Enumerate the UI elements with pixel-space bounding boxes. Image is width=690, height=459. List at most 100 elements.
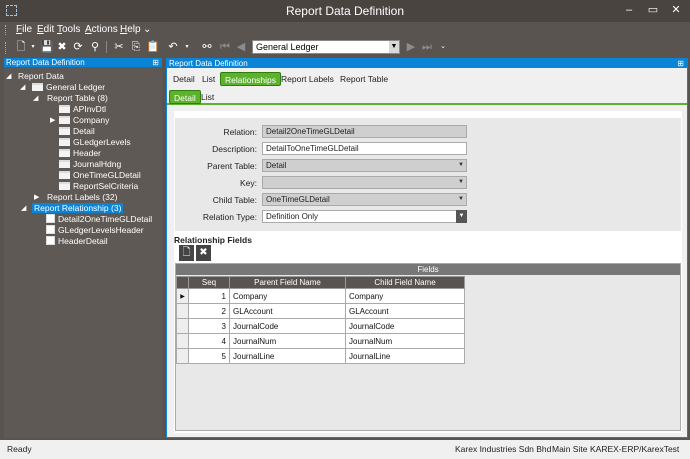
child-table-select[interactable]: OneTimeGLDetail ▼ (262, 193, 467, 206)
column-header-parent-field[interactable]: Parent Field Name (229, 276, 346, 289)
refresh-icon[interactable]: ⟳ (71, 40, 85, 54)
tree-node-root[interactable]: ◢ Report Data (6, 71, 64, 82)
table-row[interactable]: 2 GLAccount GLAccount (176, 303, 465, 319)
chevron-down-icon[interactable]: ▼ (456, 210, 467, 223)
maximize-button[interactable]: ▭ (642, 3, 664, 18)
tree-node-table[interactable]: GLedgerLevels (59, 137, 131, 148)
parent-field-cell[interactable]: JournalLine (229, 348, 346, 364)
menu-more[interactable]: ⌄ (143, 24, 151, 35)
tree-node-relationship[interactable]: Detail2OneTimeGLDetail (46, 214, 152, 225)
chevron-down-icon[interactable]: ▼ (458, 194, 464, 205)
chevron-down-icon[interactable]: ▼ (458, 177, 464, 188)
tree-node-table[interactable]: ReportSelCriteria (59, 181, 138, 192)
new-dropdown-icon[interactable]: ▾ (26, 40, 40, 54)
relation-type-select[interactable]: Definition Only ▼ (262, 210, 467, 223)
seq-cell[interactable]: 4 (188, 333, 230, 349)
seq-cell[interactable]: 5 (188, 348, 230, 364)
pin-icon[interactable]: ⊞ (152, 58, 159, 67)
menu-actions[interactable]: Actions (85, 24, 118, 35)
child-field-cell[interactable]: Company (345, 288, 465, 304)
seq-cell[interactable]: 1 (188, 288, 230, 304)
tree-node-report-relationship[interactable]: ◢ Report Relationship (3) (21, 203, 124, 214)
undo-icon[interactable]: ↶ (166, 40, 180, 54)
parent-field-cell[interactable]: JournalNum (229, 333, 346, 349)
collapse-icon[interactable]: ◢ (6, 71, 11, 82)
seq-cell[interactable]: 3 (188, 318, 230, 334)
folder-icon (59, 116, 70, 124)
column-header-seq[interactable]: Seq (188, 276, 230, 289)
main-tabs: Detail List Relationships Report Labels … (167, 71, 687, 87)
menu-help[interactable]: Help (120, 24, 141, 35)
record-combo[interactable]: General Ledger ▼ (252, 40, 400, 54)
paste-icon[interactable]: 📋 (146, 40, 160, 54)
tab-list[interactable]: List (198, 72, 219, 86)
tree-node-relationship[interactable]: GLedgerLevelsHeader (46, 225, 144, 236)
previous-record-icon[interactable]: ◀ (234, 40, 248, 54)
collapse-icon[interactable]: ◢ (33, 93, 38, 104)
child-field-cell[interactable]: JournalNum (345, 333, 465, 349)
parent-field-cell[interactable]: JournalCode (229, 318, 346, 334)
delete-field-button[interactable]: ✖ (196, 245, 211, 261)
parent-field-cell[interactable]: Company (229, 288, 346, 304)
tab-report-labels[interactable]: Report Labels (277, 72, 338, 86)
clear-icon[interactable]: ⚲ (88, 40, 102, 54)
tree-node-table[interactable]: APInvDtl (59, 104, 106, 115)
close-button[interactable]: ✕ (665, 3, 687, 18)
undo-dropdown-icon[interactable]: ▾ (180, 40, 194, 54)
save-icon[interactable]: 💾 (40, 40, 54, 54)
menu-edit[interactable]: Edit (37, 24, 54, 35)
tree-node-report-table[interactable]: ◢ Report Table (8) (33, 93, 108, 104)
parent-table-select[interactable]: Detail ▼ (262, 159, 467, 172)
table-row[interactable]: 3 JournalCode JournalCode (176, 318, 465, 334)
next-record-icon[interactable]: ▶ (404, 40, 418, 54)
tree-node-table[interactable]: JournalHdng (59, 159, 121, 170)
menu-file[interactable]: File (16, 24, 32, 35)
cut-icon[interactable]: ✂ (112, 40, 126, 54)
table-row[interactable]: 4 JournalNum JournalNum (176, 333, 465, 349)
description-field[interactable]: DetailToOneTimeGLDetail (262, 142, 467, 155)
tab-relationships[interactable]: Relationships (220, 72, 282, 86)
minimize-button[interactable]: – (618, 3, 640, 18)
tree-node-table[interactable]: Detail (59, 126, 95, 137)
pin-icon[interactable]: ⊞ (677, 59, 684, 68)
first-record-icon[interactable]: ⏮ (218, 40, 232, 54)
tree-node-label: Detail (73, 126, 95, 136)
subtab-list[interactable]: List (197, 90, 218, 104)
seq-cell[interactable]: 2 (188, 303, 230, 319)
key-select[interactable]: ▼ (262, 176, 467, 189)
tab-detail[interactable]: Detail (169, 72, 199, 86)
table-row[interactable]: ▶ 1 Company Company (176, 288, 465, 304)
tree-node-table[interactable]: OneTimeGLDetail (59, 170, 141, 181)
subtab-detail[interactable]: Detail (169, 90, 201, 104)
tab-report-table[interactable]: Report Table (336, 72, 392, 86)
binoculars-icon[interactable]: ⚯ (200, 40, 214, 54)
tree-node-label: Report Relationship (3) (32, 203, 124, 213)
column-header-child-field[interactable]: Child Field Name (345, 276, 465, 289)
chevron-down-icon[interactable]: ▼ (458, 160, 464, 171)
delete-icon[interactable]: ✖ (55, 40, 69, 54)
tree-node-table[interactable]: ▶ Company (50, 115, 109, 126)
tree-node-general-ledger[interactable]: ◢ General Ledger (20, 82, 105, 93)
expand-icon[interactable]: ▶ (34, 192, 39, 203)
collapse-icon[interactable]: ◢ (21, 203, 26, 214)
last-record-icon[interactable]: ⏭ (420, 40, 434, 54)
detail-panel: Report Data Definition ⊞ Detail List Rel… (166, 58, 688, 438)
child-field-cell[interactable]: JournalCode (345, 318, 465, 334)
expand-icon[interactable]: ▶ (50, 115, 55, 126)
table-row[interactable]: 5 JournalLine JournalLine (176, 348, 465, 364)
child-field-cell[interactable]: JournalLine (345, 348, 465, 364)
new-field-button[interactable]: 🗋 (179, 245, 194, 261)
grid-caption: Fields (176, 264, 680, 275)
tree-node-table[interactable]: Header (59, 148, 101, 159)
relationship-icon (46, 236, 55, 245)
collapse-icon[interactable]: ◢ (20, 82, 25, 93)
child-field-cell[interactable]: GLAccount (345, 303, 465, 319)
copy-icon[interactable]: ⎘ (129, 40, 143, 54)
relation-type-value: Definition Only (266, 212, 319, 221)
chevron-down-icon[interactable]: ▼ (389, 41, 399, 53)
menu-tools[interactable]: Tools (57, 24, 80, 35)
parent-field-cell[interactable]: GLAccount (229, 303, 346, 319)
toolbar-more-icon[interactable]: ⌄ (436, 40, 450, 54)
tree-node-relationship[interactable]: HeaderDetail (46, 236, 108, 247)
tree-node-report-labels[interactable]: ▶ Report Labels (32) (34, 192, 117, 203)
